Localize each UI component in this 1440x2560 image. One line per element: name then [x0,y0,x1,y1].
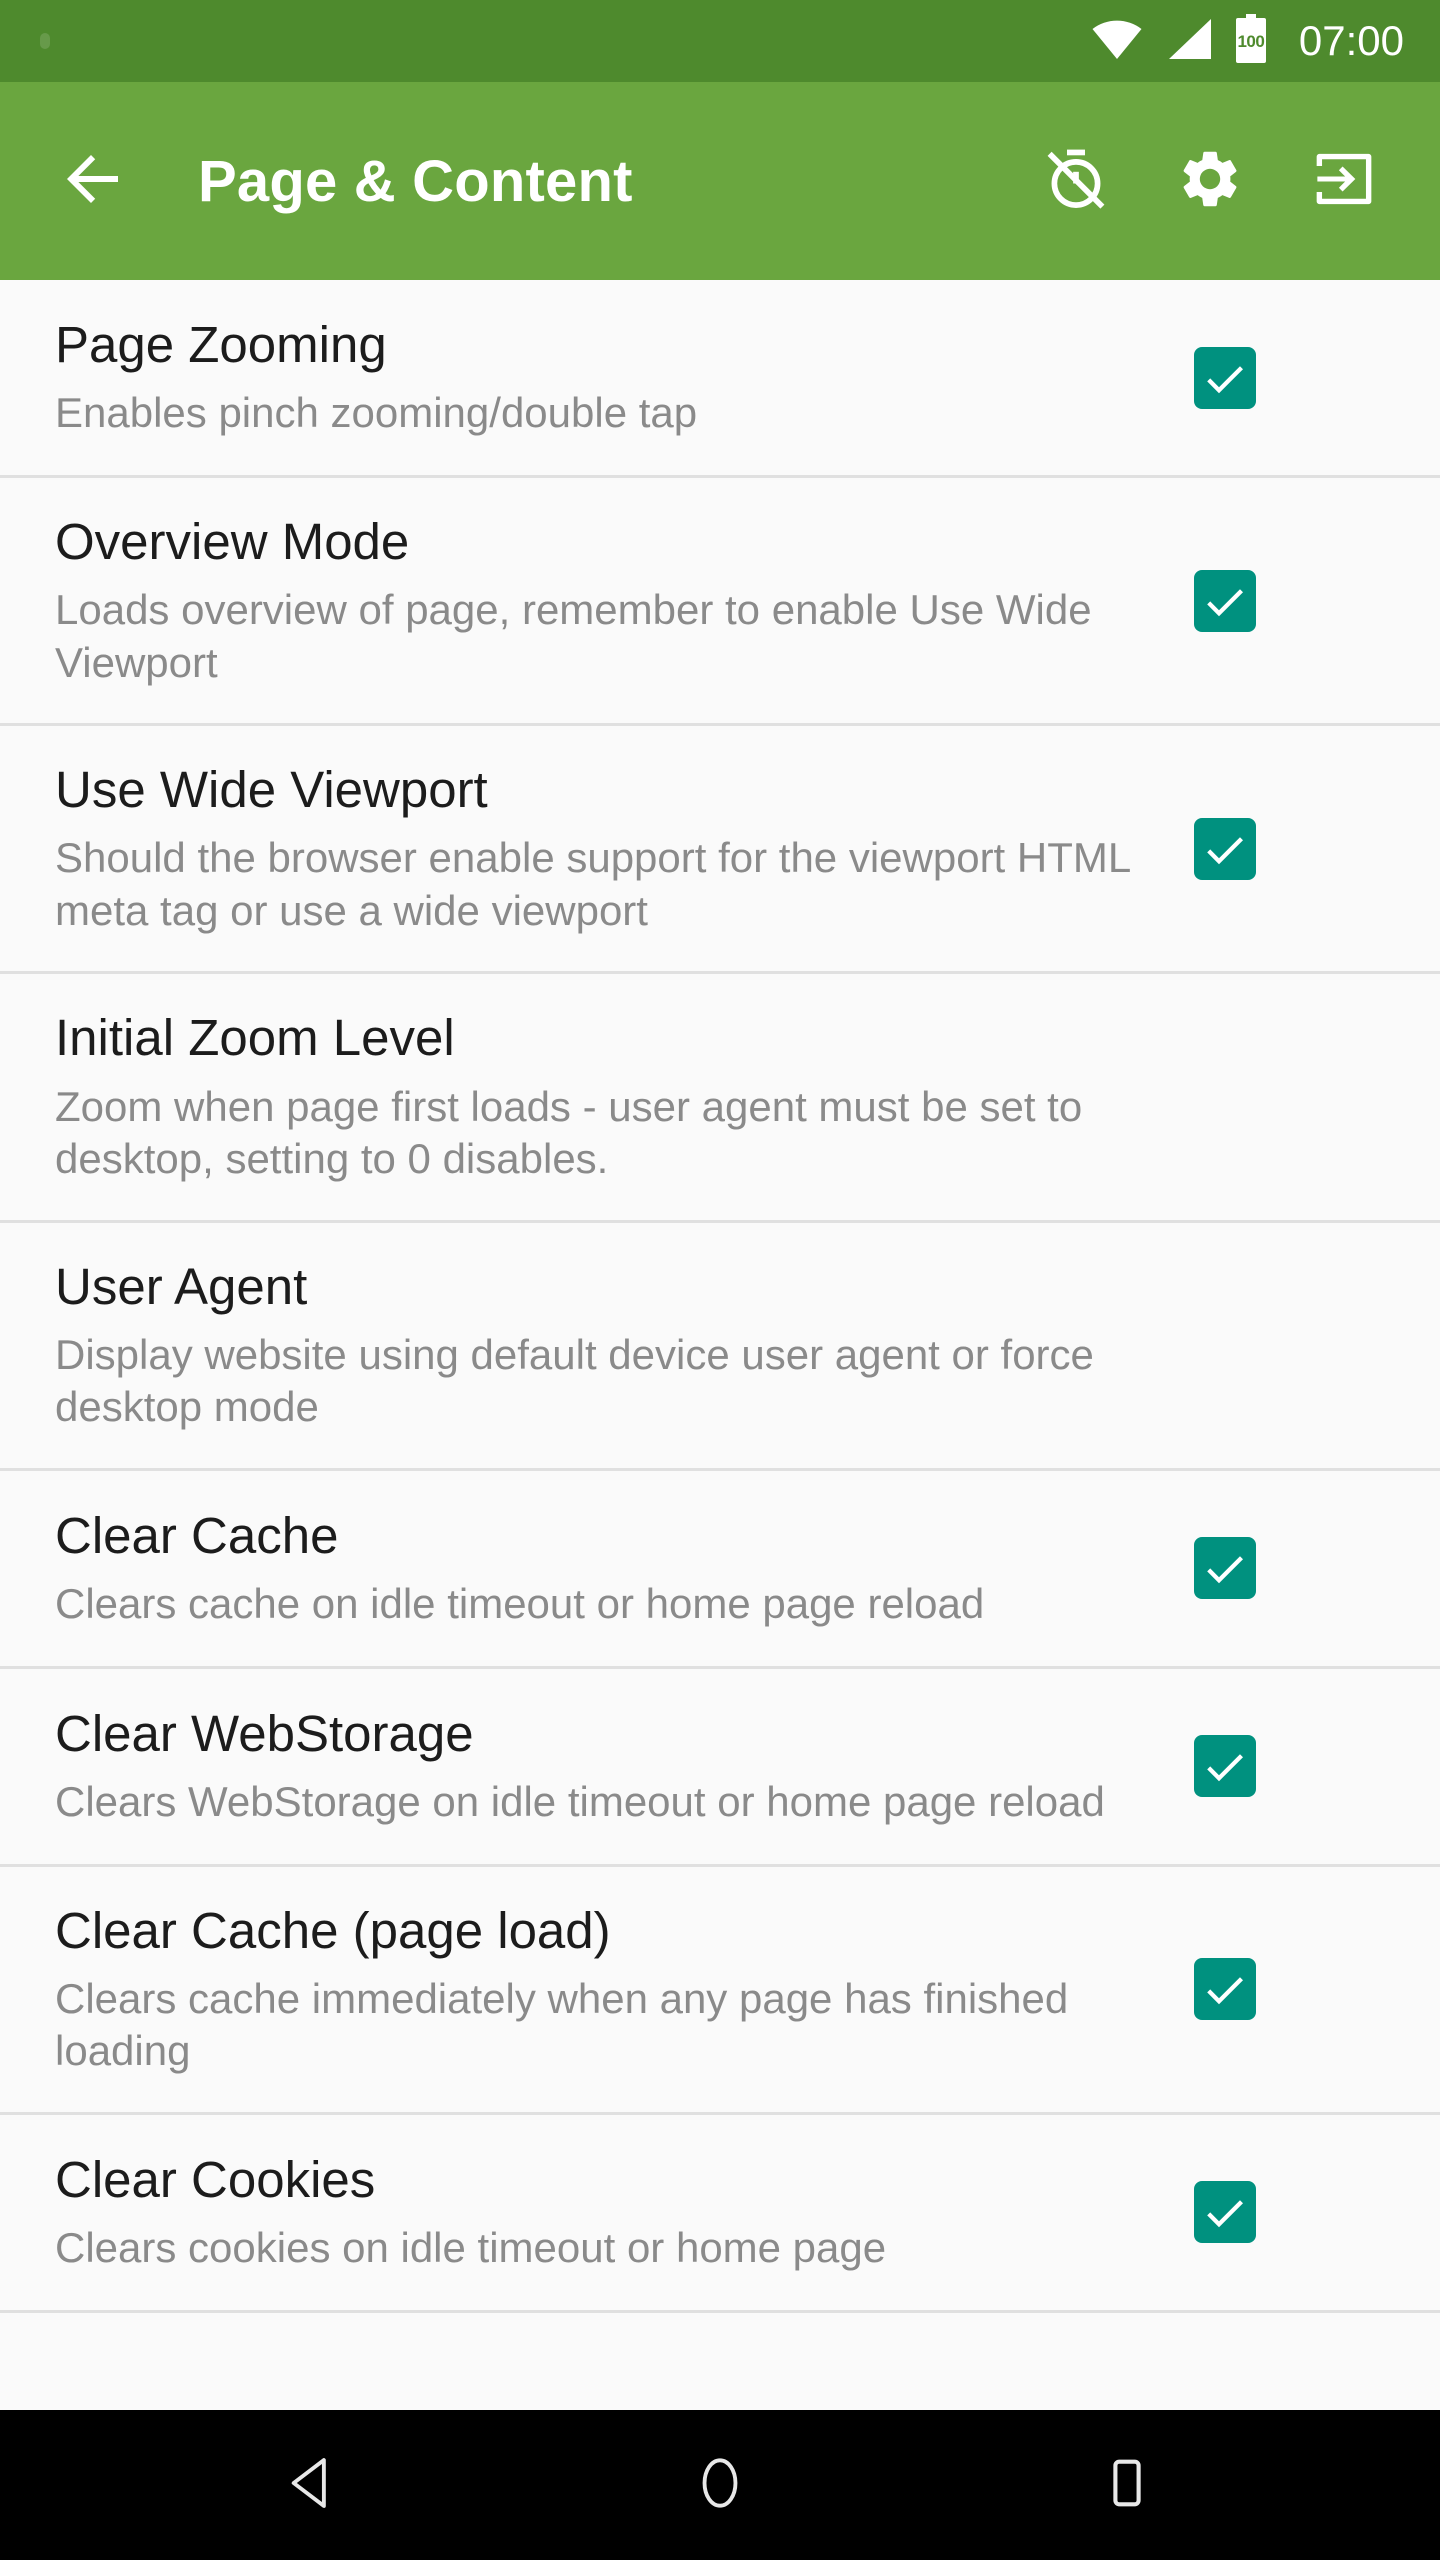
timer-off-button[interactable] [1028,133,1124,229]
list-item-text: Page Zooming Enables pinch zooming/doubl… [55,315,1194,440]
list-item[interactable]: User Agent Display website using default… [0,1222,1440,1471]
list-item-title: Page Zooming [55,316,387,374]
list-item-control [1194,569,1379,632]
android-navigation-bar [0,2410,1440,2560]
list-item-summary: Clears cookies on idle timeout or home p… [55,2224,887,2272]
list-item-text: User Agent Display website using default… [55,1257,1194,1434]
check-icon [1207,2200,1243,2228]
list-item[interactable]: Clear Cache Clears cache on idle timeout… [0,1470,1440,1669]
nav-recents-icon [1098,2454,1156,2517]
settings-button[interactable] [1162,133,1258,229]
list-item-control [1194,1066,1379,1128]
page-title: Page & Content [198,148,633,214]
list-item-title: User Agent [55,1257,308,1315]
list-item-text: Clear WebStorage Clears WebStorage on id… [55,1704,1194,1829]
list-item[interactable]: Overview Mode Loads overview of page, re… [0,478,1440,727]
list-item-summary: Clears WebStorage on idle timeout or hom… [55,1778,1105,1826]
list-item-control [1194,1958,1379,2021]
list-item[interactable]: Clear WebStorage Clears WebStorage on id… [0,1668,1440,1867]
check-icon [1207,1977,1243,2005]
list-item[interactable]: Clear Cache (page load) Clears cache imm… [0,1866,1440,2115]
list-item-control [1194,1314,1379,1376]
checkbox-clear-cache-page-load[interactable] [1194,1958,1256,2021]
check-icon [1207,365,1243,393]
list-item[interactable]: Clear Cookies Clears cookies on idle tim… [0,2114,1440,2313]
nav-back-icon [284,2454,342,2517]
list-item-control [1194,1537,1379,1600]
list-item-control [1194,1735,1379,1798]
checkbox-overview-mode[interactable] [1194,569,1256,632]
check-icon [1207,836,1243,864]
checkbox-clear-cache[interactable] [1194,1537,1256,1600]
list-item-text: Initial Zoom Level Zoom when page first … [55,1008,1194,1185]
battery-level-label: 100 [1237,32,1265,52]
app-bar: Page & Content [0,82,1440,280]
list-item-text: Clear Cookies Clears cookies on idle tim… [55,2150,1194,2275]
list-item-control [1194,2181,1379,2244]
list-item-summary: Should the browser enable support for th… [55,834,1130,934]
check-icon [1207,1556,1243,1584]
cellular-signal-icon [1165,18,1213,65]
back-button[interactable] [58,135,150,227]
list-item[interactable]: Page Zooming Enables pinch zooming/doubl… [0,280,1440,478]
nav-back-button[interactable] [238,2410,388,2560]
battery-icon: 100 [1235,13,1267,69]
list-item-text: Clear Cache Clears cache on idle timeout… [55,1506,1194,1631]
list-item-control [1194,346,1379,409]
list-item-title: Clear Cache [55,1506,339,1564]
app-bar-actions [1028,133,1416,229]
checkbox-clear-cookies[interactable] [1194,2181,1256,2244]
notification-dot-icon [40,33,50,49]
list-item-control [1194,817,1379,880]
list-item-summary: Zoom when page first loads - user agent … [55,1082,1083,1183]
checkbox-page-zooming[interactable] [1194,346,1256,409]
list-item-title: Initial Zoom Level [55,1009,455,1067]
check-icon [1207,588,1243,616]
list-item-summary: Enables pinch zooming/double tap [55,389,698,437]
nav-home-icon [691,2454,749,2517]
checkbox-use-wide-viewport[interactable] [1194,817,1256,880]
list-item-title: Clear Cache (page load) [55,1901,611,1959]
list-item-title: Clear WebStorage [55,1704,474,1762]
exit-to-app-button[interactable] [1296,133,1392,229]
nav-home-button[interactable] [645,2410,795,2560]
timer-off-icon [1040,143,1112,220]
list-item-text: Use Wide Viewport Should the browser ena… [55,760,1194,937]
list-item-summary: Clears cache on idle timeout or home pag… [55,1580,985,1628]
gear-icon [1176,145,1244,218]
list-item-title: Use Wide Viewport [55,761,488,819]
nav-recents-button[interactable] [1052,2410,1202,2560]
list-item[interactable]: Initial Zoom Level Zoom when page first … [0,974,1440,1223]
list-item-text: Clear Cache (page load) Clears cache imm… [55,1901,1194,2078]
phone-screen: 100 07:00 Page & Content Page Zooming En… [0,0,1440,2560]
list-item-text: Overview Mode Loads overview of page, re… [55,512,1194,689]
check-icon [1207,1754,1243,1782]
list-item-summary: Loads overview of page, remember to enab… [55,586,1092,686]
status-bar-right: 100 07:00 [1091,13,1404,69]
wifi-icon [1091,18,1143,65]
status-bar-left [24,33,1091,49]
list-item-title: Clear Cookies [55,2151,376,2209]
exit-to-app-icon [1310,145,1378,218]
list-item-summary: Clears cache immediately when any page h… [55,1974,1069,2075]
settings-list[interactable]: Page Zooming Enables pinch zooming/doubl… [0,280,1440,2410]
back-arrow-icon [58,143,130,220]
status-bar: 100 07:00 [0,0,1440,82]
status-bar-clock: 07:00 [1298,17,1404,64]
list-item-summary: Display website using default device use… [55,1330,1094,1431]
checkbox-clear-webstorage[interactable] [1194,1735,1256,1798]
list-item-title: Overview Mode [55,513,410,570]
list-item[interactable]: Use Wide Viewport Should the browser ena… [0,726,1440,975]
